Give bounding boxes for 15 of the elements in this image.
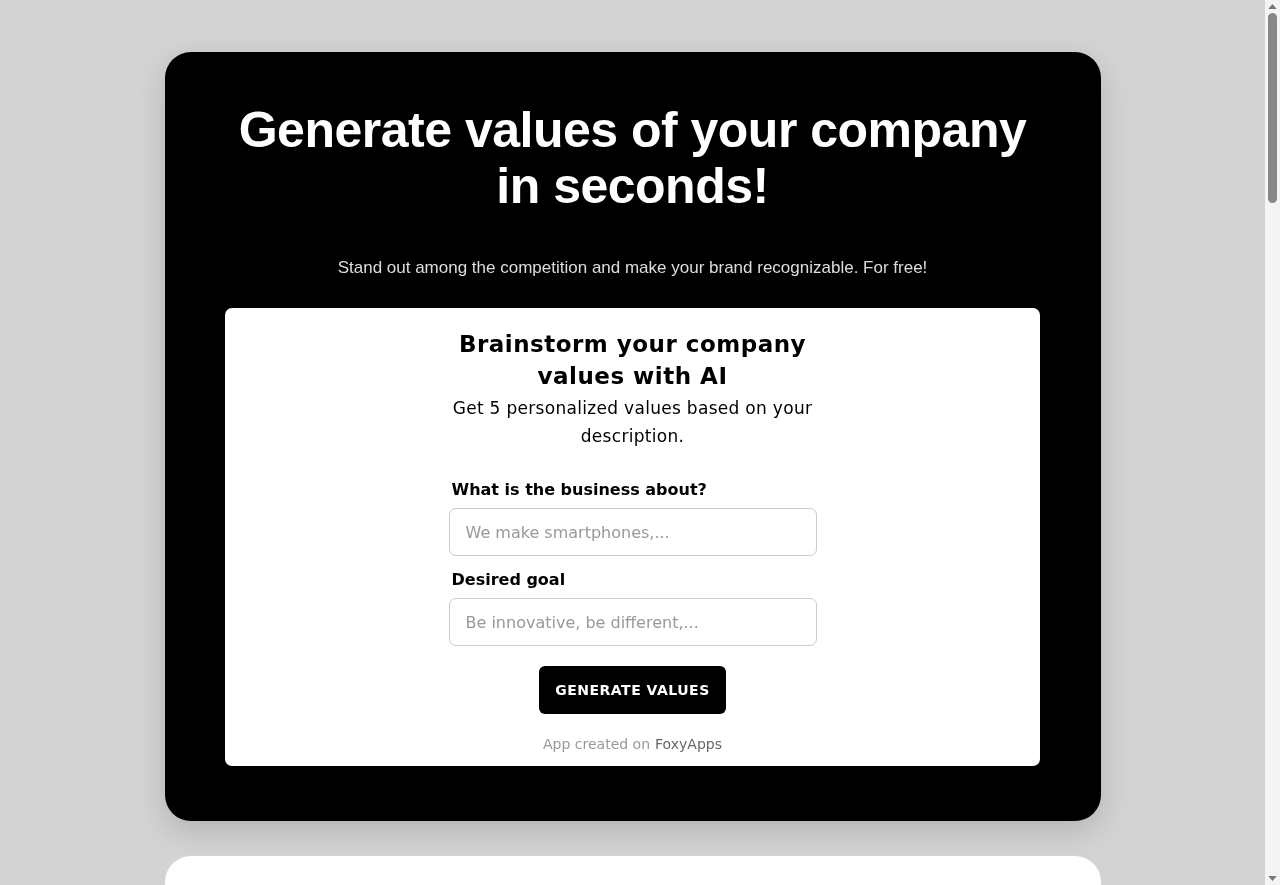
footer-link[interactable]: FoxyApps bbox=[655, 736, 722, 752]
footer-text: App created on bbox=[543, 736, 651, 752]
hero-title: Generate values of your company in seconds! bbox=[237, 102, 1028, 214]
generate-button[interactable]: GENERATE VALUES bbox=[539, 666, 726, 714]
scrollbar[interactable] bbox=[1265, 0, 1280, 885]
field-label: What is the business about? bbox=[450, 480, 708, 499]
scroll-down-icon[interactable] bbox=[1268, 876, 1277, 881]
input-field[interactable]: Be innovative, be different,... bbox=[448, 598, 817, 646]
scrollbar-thumb[interactable] bbox=[1268, 13, 1277, 203]
form-description: Get 5 personalized values based on your description. bbox=[451, 397, 814, 448]
input-field[interactable]: We make smartphones,... bbox=[448, 508, 817, 556]
field-label: Desired goal bbox=[450, 570, 567, 589]
form-title: Brainstorm your company values with AI bbox=[457, 330, 808, 391]
scroll-up-icon[interactable] bbox=[1268, 4, 1277, 9]
hero-subtitle: Stand out among the competition and make your brand recognizable. For free! bbox=[337, 258, 928, 278]
